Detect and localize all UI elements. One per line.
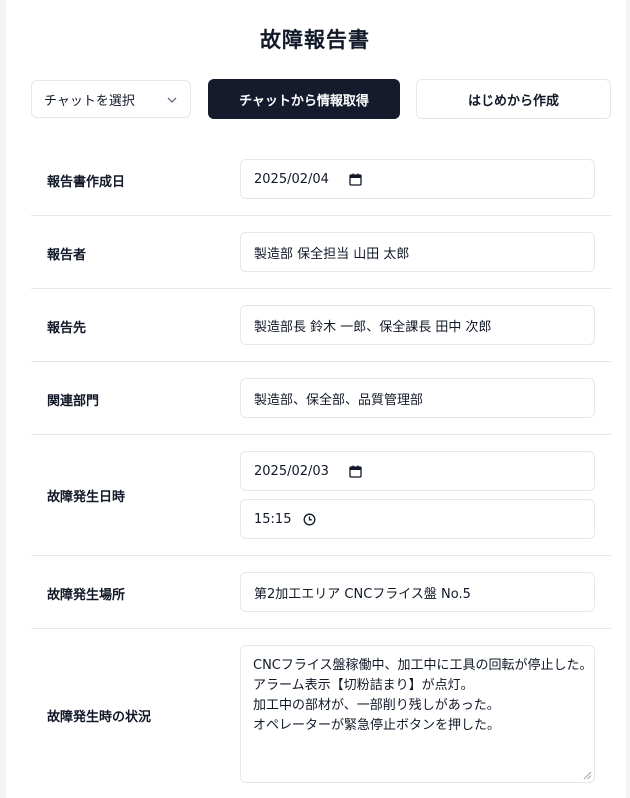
form-row-failure-location: 故障発生場所 第2加工エリア CNCフライス盤 No.5 xyxy=(31,555,611,629)
fetch-from-chat-button[interactable]: チャットから情報取得 xyxy=(208,79,400,119)
toolbar: チャットを選択 チャットから情報取得 はじめから作成 xyxy=(31,79,611,119)
form-row-report-date: 報告書作成日 2025/02/04 xyxy=(31,142,611,216)
report-date-label: 報告書作成日 xyxy=(47,175,126,190)
recipient-input[interactable]: 製造部長 鈴木 一郎、保全課長 田中 次郎 xyxy=(240,305,595,345)
chat-select[interactable]: チャットを選択 xyxy=(31,80,191,118)
reporter-value: 製造部 保全担当 山田 太郎 xyxy=(254,246,410,262)
recipient-label: 報告先 xyxy=(47,321,87,336)
failure-date-value: 2025/02/03 xyxy=(254,463,329,479)
report-date-value: 2025/02/04 xyxy=(254,171,329,187)
situation-line: CNCフライス盤稼働中、加工中に工具の回転が停止した。 xyxy=(253,658,593,673)
failure-location-label: 故障発生場所 xyxy=(47,588,126,603)
failure-situation-textarea[interactable]: CNCフライス盤稼働中、加工中に工具の回転が停止した。 アラーム表示【切粉詰まり… xyxy=(240,645,595,783)
recipient-value: 製造部長 鈴木 一郎、保全課長 田中 次郎 xyxy=(254,319,492,335)
failure-location-value: 第2加工エリア CNCフライス盤 No.5 xyxy=(254,586,471,602)
failure-location-input[interactable]: 第2加工エリア CNCフライス盤 No.5 xyxy=(240,572,595,612)
failure-time-value: 15:15 xyxy=(254,511,292,527)
window-edge-left xyxy=(0,0,6,798)
form-row-failure-situation: 故障発生時の状況 CNCフライス盤稼働中、加工中に工具の回転が停止した。 アラー… xyxy=(31,628,611,798)
form-row-failure-datetime: 故障発生日時 2025/02/03 15:15 xyxy=(31,434,611,556)
clock-icon[interactable] xyxy=(303,513,316,526)
failure-date-input[interactable]: 2025/02/03 xyxy=(240,451,595,491)
chevron-down-icon xyxy=(167,97,177,103)
chat-select-value: チャットを選択 xyxy=(44,93,135,109)
reporter-label: 報告者 xyxy=(47,248,87,263)
situation-line: 加工中の部材が、一部削り残しがあった。 xyxy=(253,698,500,713)
resize-handle-icon[interactable] xyxy=(583,771,592,780)
departments-label: 関連部門 xyxy=(47,394,100,409)
reporter-input[interactable]: 製造部 保全担当 山田 太郎 xyxy=(240,232,595,272)
failure-situation-label: 故障発生時の状況 xyxy=(47,710,152,725)
report-date-input[interactable]: 2025/02/04 xyxy=(240,159,595,199)
departments-value: 製造部、保全部、品質管理部 xyxy=(254,392,424,408)
form-row-reporter: 報告者 製造部 保全担当 山田 太郎 xyxy=(31,215,611,289)
calendar-icon[interactable] xyxy=(349,173,362,186)
page-title: 故障報告書 xyxy=(260,28,370,52)
calendar-icon[interactable] xyxy=(349,465,362,478)
scrollbar-track[interactable] xyxy=(626,0,630,798)
failure-datetime-label: 故障発生日時 xyxy=(47,490,126,505)
situation-line: オペレーターが緊急停止ボタンを押した。 xyxy=(253,718,501,733)
departments-input[interactable]: 製造部、保全部、品質管理部 xyxy=(240,378,595,418)
create-from-scratch-button[interactable]: はじめから作成 xyxy=(416,79,611,119)
failure-time-input[interactable]: 15:15 xyxy=(240,499,595,539)
form-row-departments: 関連部門 製造部、保全部、品質管理部 xyxy=(31,361,611,435)
situation-line: アラーム表示【切粉詰まり】が点灯。 xyxy=(253,678,474,693)
form-row-recipient: 報告先 製造部長 鈴木 一郎、保全課長 田中 次郎 xyxy=(31,288,611,362)
